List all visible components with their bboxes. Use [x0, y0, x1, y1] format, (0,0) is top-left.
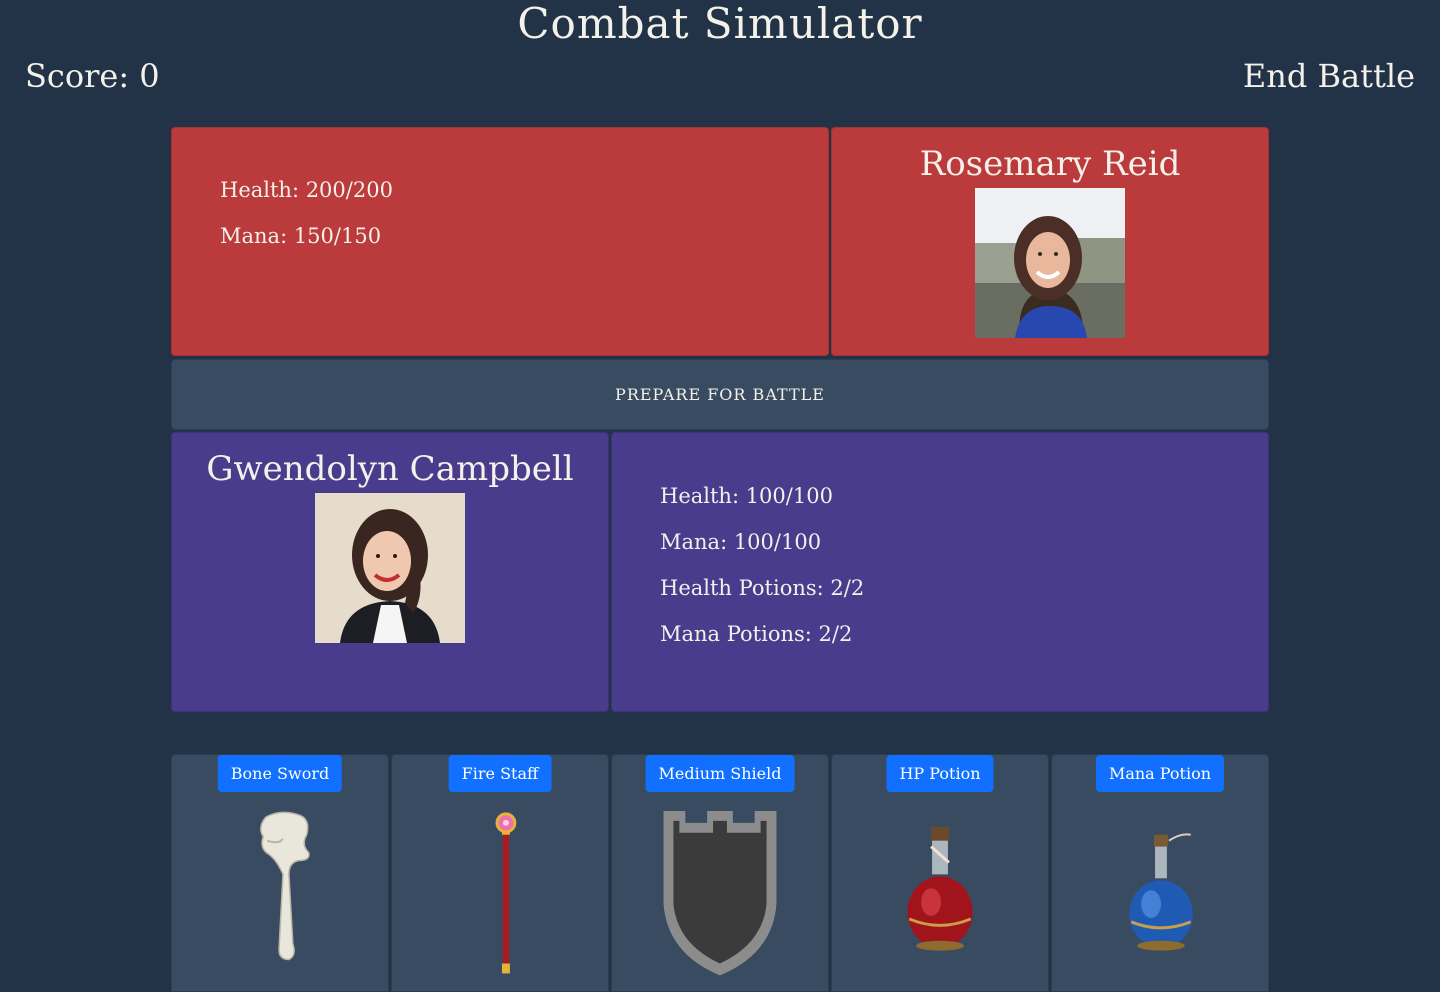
enemy-card: Rosemary Reid [831, 127, 1269, 356]
inventory-slot-medium-shield: Medium Shield [611, 754, 829, 992]
player-mana-potions: Mana Potions: 2/2 [660, 622, 853, 646]
score-display: Score: 0 [25, 57, 160, 95]
end-battle-link[interactable]: End Battle [1243, 56, 1415, 96]
player-stats-panel: Health: 100/100 Mana: 100/100 Health Pot… [611, 432, 1269, 712]
battle-message: PREPARE FOR BATTLE [171, 359, 1269, 430]
player-card: Gwendolyn Campbell [171, 432, 609, 712]
shield-icon [663, 810, 777, 976]
medium-shield-button[interactable]: Medium Shield [645, 755, 795, 792]
red-potion-icon [907, 826, 973, 951]
hp-potion-button[interactable]: HP Potion [886, 755, 994, 792]
inventory-slot-hp-potion: HP Potion [831, 754, 1049, 992]
bone-sword-button[interactable]: Bone Sword [217, 755, 343, 792]
player-portrait [315, 493, 465, 643]
inventory-slot-bone-sword: Bone Sword [171, 754, 389, 992]
enemy-stats-panel: Health: 200/200 Mana: 150/150 [171, 127, 829, 356]
enemy-portrait [975, 188, 1125, 338]
blue-potion-icon [1129, 833, 1193, 951]
enemy-mana: Mana: 150/150 [220, 224, 382, 248]
fire-staff-button[interactable]: Fire Staff [448, 755, 552, 792]
player-health: Health: 100/100 [660, 484, 833, 508]
player-health-potions: Health Potions: 2/2 [660, 576, 865, 600]
page-title: Combat Simulator [517, 0, 923, 48]
mana-potion-button[interactable]: Mana Potion [1095, 755, 1225, 792]
player-mana: Mana: 100/100 [660, 530, 822, 554]
inventory-slot-fire-staff: Fire Staff [391, 754, 609, 992]
enemy-health: Health: 200/200 [220, 178, 393, 202]
enemy-name: Rosemary Reid [919, 144, 1181, 184]
inventory-slot-mana-potion: Mana Potion [1051, 754, 1269, 992]
bone-sword-icon [260, 811, 310, 961]
battle-message-text: PREPARE FOR BATTLE [615, 385, 825, 404]
fire-staff-icon [495, 812, 517, 974]
player-name: Gwendolyn Campbell [206, 449, 574, 489]
